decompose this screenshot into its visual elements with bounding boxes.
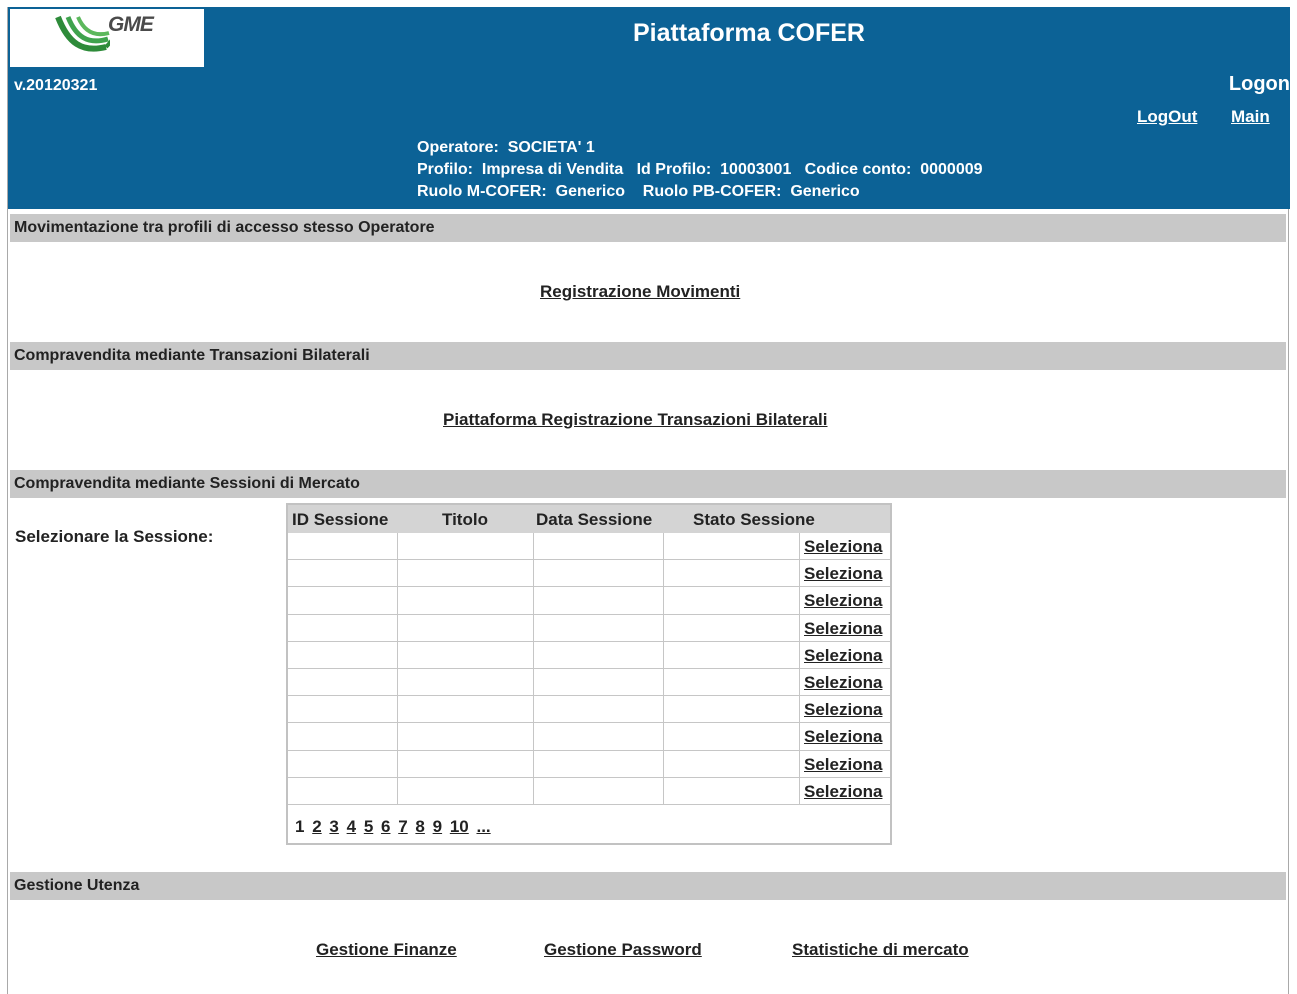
section-mercato-title: Compravendita mediante Sessioni di Merca…: [10, 470, 1286, 498]
cell-id: [288, 750, 398, 778]
cell-titolo: [398, 777, 534, 805]
cell-stato: [664, 723, 800, 751]
cell-titolo: [398, 560, 534, 588]
pager-link-3[interactable]: 3: [329, 817, 338, 836]
seleziona-link[interactable]: Seleziona: [800, 533, 890, 561]
table-row: Seleziona: [288, 750, 890, 778]
seleziona-link[interactable]: Seleziona: [800, 587, 890, 615]
seleziona-link[interactable]: Seleziona: [800, 642, 890, 669]
table-row: Seleziona: [288, 777, 890, 805]
transazioni-bilaterali-link[interactable]: Piattaforma Registrazione Transazioni Bi…: [443, 410, 828, 430]
pager-link-10[interactable]: 10: [450, 817, 469, 836]
cell-id: [288, 560, 398, 588]
select-session-label: Selezionare la Sessione:: [15, 527, 214, 546]
pager-current-page: 1: [295, 817, 305, 836]
cell-id: [288, 723, 398, 751]
cell-stato: [664, 750, 800, 778]
statistiche-mercato-link[interactable]: Statistiche di mercato: [792, 940, 969, 960]
seleziona-link[interactable]: Seleziona: [800, 560, 890, 588]
table-row: Seleziona: [288, 533, 890, 561]
seleziona-link[interactable]: Seleziona: [800, 778, 890, 805]
logon-label: Logon: [1228, 73, 1290, 95]
gestione-finanze-link[interactable]: Gestione Finanze: [316, 940, 457, 960]
column-titolo: Titolo: [442, 510, 488, 529]
cell-stato: [664, 696, 800, 724]
cell-id: [288, 533, 398, 561]
header-bar: GME Piattaforma COFER v.20120321 Logon L…: [8, 7, 1290, 209]
gestione-password-link[interactable]: Gestione Password: [544, 940, 702, 960]
section-movimentazione-title: Movimentazione tra profili di accesso st…: [10, 214, 1286, 242]
cell-stato: [664, 668, 800, 697]
table-row: Seleziona: [288, 641, 890, 669]
cell-id: [288, 777, 398, 805]
sessions-table-header: ID Sessione Titolo Data Sessione Stato S…: [288, 505, 890, 533]
version-label: v.20120321: [14, 77, 98, 94]
table-row: Seleziona: [288, 723, 890, 751]
table-row: Seleziona: [288, 587, 890, 615]
cell-data: [534, 723, 664, 751]
main-link[interactable]: Main: [1231, 107, 1270, 127]
pager-link-2[interactable]: 2: [312, 817, 321, 836]
registrazione-movimenti-link[interactable]: Registrazione Movimenti: [540, 282, 740, 302]
pager-link-8[interactable]: 8: [415, 817, 424, 836]
pager-link-more[interactable]: ...: [476, 817, 490, 836]
cell-titolo: [398, 587, 534, 615]
table-row: Seleziona: [288, 560, 890, 588]
pager-link-9[interactable]: 9: [433, 817, 442, 836]
cell-data: [534, 533, 664, 561]
cell-stato: [664, 641, 800, 669]
cell-data: [534, 560, 664, 588]
pagination: 1 2 3 4 5 6 7 8 9 10 ...: [295, 817, 494, 837]
cell-id: [288, 641, 398, 669]
cell-data: [534, 641, 664, 669]
cell-stato: [664, 777, 800, 805]
cell-stato: [664, 560, 800, 588]
cell-titolo: [398, 723, 534, 751]
logout-link[interactable]: LogOut: [1137, 107, 1197, 127]
section-utenza-title: Gestione Utenza: [10, 872, 1286, 900]
cell-data: [534, 750, 664, 778]
cell-titolo: [398, 614, 534, 642]
seleziona-link[interactable]: Seleziona: [800, 669, 890, 697]
cell-titolo: [398, 668, 534, 697]
cell-titolo: [398, 750, 534, 778]
cell-stato: [664, 587, 800, 615]
cell-data: [534, 668, 664, 697]
pager-link-7[interactable]: 7: [398, 817, 407, 836]
cell-titolo: [398, 696, 534, 724]
table-row: Seleziona: [288, 614, 890, 642]
column-data-sessione: Data Sessione: [536, 510, 653, 529]
role-info: Ruolo M-COFER: Generico Ruolo PB-COFER: …: [417, 183, 860, 200]
sessions-table-body: Seleziona Seleziona Seleziona Seleziona …: [288, 533, 890, 805]
pager-link-4[interactable]: 4: [347, 817, 356, 836]
cell-titolo: [398, 641, 534, 669]
page-frame: GME Piattaforma COFER v.20120321 Logon L…: [7, 7, 1290, 994]
table-row: Seleziona: [288, 696, 890, 724]
pager-link-6[interactable]: 6: [381, 817, 390, 836]
cell-id: [288, 587, 398, 615]
section-bilaterali-title: Compravendita mediante Transazioni Bilat…: [10, 342, 1286, 370]
pager-link-5[interactable]: 5: [364, 817, 373, 836]
seleziona-link[interactable]: Seleziona: [800, 696, 890, 724]
table-row: Seleziona: [288, 668, 890, 697]
profile-info: Profilo: Impresa di Vendita Id Profilo: …: [417, 161, 983, 178]
cell-stato: [664, 533, 800, 561]
seleziona-link[interactable]: Seleziona: [800, 751, 890, 778]
column-stato-sessione: Stato Sessione: [693, 510, 815, 529]
column-id-sessione: ID Sessione: [292, 510, 389, 529]
cell-data: [534, 777, 664, 805]
app-title: Piattaforma COFER: [633, 19, 865, 47]
cell-data: [534, 587, 664, 615]
cell-id: [288, 614, 398, 642]
cell-id: [288, 668, 398, 697]
cell-id: [288, 696, 398, 724]
cell-data: [534, 614, 664, 642]
cell-stato: [664, 614, 800, 642]
sessions-table: ID Sessione Titolo Data Sessione Stato S…: [286, 503, 892, 845]
seleziona-link[interactable]: Seleziona: [800, 723, 890, 751]
cell-data: [534, 696, 664, 724]
seleziona-link[interactable]: Seleziona: [800, 615, 890, 642]
operator-info: Operatore: SOCIETA' 1: [417, 139, 595, 156]
cell-titolo: [398, 533, 534, 561]
